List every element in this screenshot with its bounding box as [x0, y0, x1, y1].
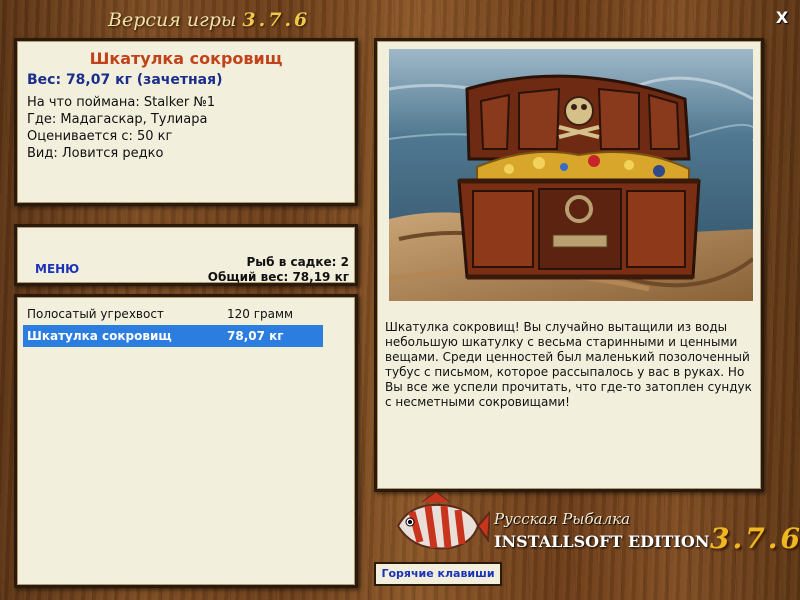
catch-list-panel: Полосатый угрехвост 120 грамм Шкатулка с…: [14, 294, 358, 588]
list-item-weight: 78,07 кг: [227, 329, 284, 343]
title-version: 3.7.6: [242, 9, 311, 31]
list-item-name: Шкатулка сокровищ: [27, 329, 172, 343]
description-panel: Шкатулка сокровищ! Вы случайно вытащили …: [374, 38, 764, 492]
game-brand: Русская Рыбалка INSTALLSOFT EDITION 3.7.…: [392, 492, 800, 562]
list-item-weight: 120 грамм: [227, 307, 294, 321]
catch-kind: Вид: Ловится редко: [27, 146, 164, 161]
close-button[interactable]: X: [772, 8, 792, 28]
list-item[interactable]: Полосатый угрехвост 120 грамм: [23, 303, 323, 325]
treasure-chest-image: [389, 49, 753, 301]
total-weight: Общий вес: 78,19 кг: [207, 270, 349, 284]
caught-with: На что поймана: Stalker №1: [27, 95, 216, 110]
catch-location: Где: Мадагаскар, Тулиара: [27, 112, 208, 127]
title-prefix: Версия игры: [108, 9, 237, 31]
catch-weight: Вес: 78,07 кг (зачетная): [27, 72, 223, 88]
brand-version: 3.7.6: [710, 522, 800, 555]
brand-line1: Русская Рыбалка: [494, 510, 631, 528]
catch-description: Шкатулка сокровищ! Вы случайно вытащили …: [385, 320, 752, 409]
catch-info-panel: Шкатулка сокровищ Вес: 78,07 кг (зачетна…: [14, 38, 358, 206]
stats-panel: МЕНЮ Рыб в садке: 2 Общий вес: 78,19 кг: [14, 224, 358, 286]
fish-count: Рыб в садке: 2: [246, 255, 350, 269]
hotkeys-button[interactable]: Горячие клавиши: [374, 562, 502, 586]
valued-from: Оценивается с: 50 кг: [27, 129, 173, 144]
catch-name: Шкатулка сокровищ: [89, 49, 283, 68]
menu-button[interactable]: МЕНЮ: [35, 262, 79, 276]
list-item-name: Полосатый угрехвост: [27, 307, 164, 321]
list-item-selected[interactable]: Шкатулка сокровищ 78,07 кг: [23, 325, 323, 347]
treasure-chest-svg: [389, 49, 753, 301]
window-title: Версия игры 3.7.6: [108, 9, 310, 31]
fish-logo-icon: [396, 492, 490, 550]
brand-line2: INSTALLSOFT EDITION: [494, 532, 710, 551]
